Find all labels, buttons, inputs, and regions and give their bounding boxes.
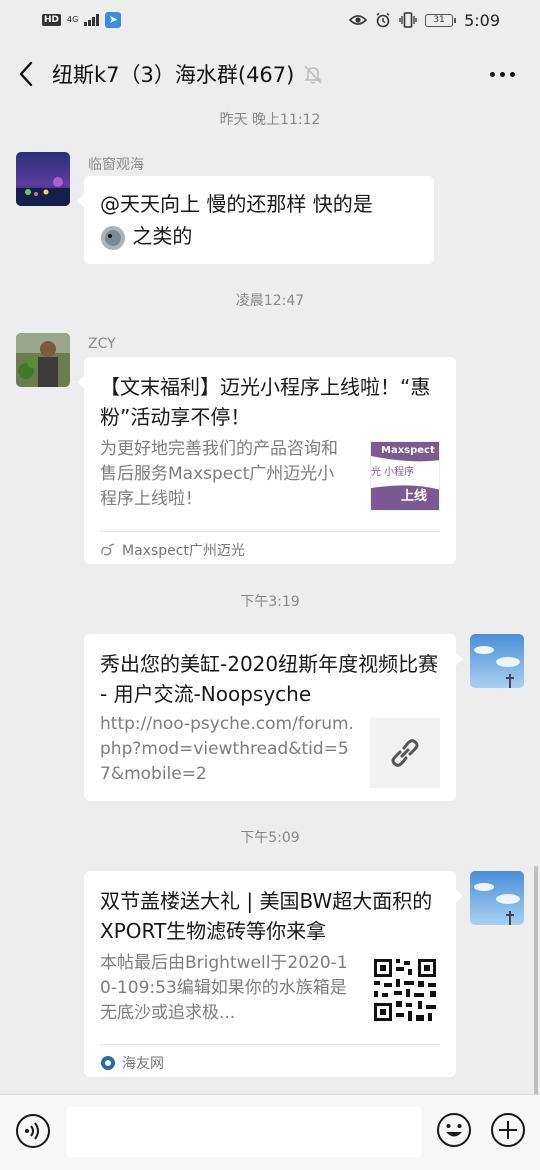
card-title: 秀出您的美缸-2020纽斯年度视频比赛 - 用户交流-Noopsyche [100,652,439,706]
back-button[interactable] [8,56,44,92]
message-text-line: 之类的 [132,224,193,248]
chat-header: 纽斯k7（3）海水群(467) [0,46,540,102]
status-right: 31 5:09 [349,11,500,30]
share-card[interactable]: 双节盖楼送大礼 | 美国BW超大面积的XPORT生物滤砖等你来拿 本帖最后由Br… [84,871,463,1077]
timestamp: 凌晨12:47 [235,293,305,309]
card-title: 【文末福利】迈光小程序上线啦！“惠粉”活动享不停！ [100,375,431,429]
vibrate-icon [399,12,417,28]
card-description: 本帖最后由Brightwell于2020-10-109:53编辑如果你的水族箱是… [100,953,348,1023]
card-source: Maxspect广州迈光 [100,531,440,560]
bird-emoji-icon [100,225,125,250]
battery-icon: 31 [425,13,457,27]
message-input[interactable] [66,1107,422,1157]
source-name: Maxspect广州迈光 [122,543,245,559]
chevron-left-icon [19,61,33,87]
source-name: 海友网 [122,1056,164,1072]
my-avatar[interactable] [470,871,524,925]
more-button[interactable] [486,59,518,89]
clock: 5:09 [464,10,500,30]
card-title: 双节盖楼送大礼 | 美国BW超大面积的XPORT生物滤砖等你来拿 [100,889,433,943]
input-bar [0,1094,540,1170]
card-description: 为更好地完善我们的产品咨询和售后服务Maxspect广州迈光小程序上线啦！ [100,439,338,509]
link-icon [391,739,419,767]
hd-badge: HD [42,14,62,26]
link-card[interactable]: 秀出您的美缸-2020纽斯年度视频比赛 - 用户交流-Noopsyche htt… [84,634,463,801]
thumb-text: 上线 [401,488,427,504]
battery-level: 31 [425,13,454,27]
voice-button[interactable] [15,1113,51,1149]
emoji-button[interactable] [436,1112,472,1148]
miniprogram-icon [101,543,115,556]
card-thumbnail [370,718,440,788]
thumb-text: 光 小程序 [371,465,414,478]
my-avatar[interactable] [470,634,524,688]
avatar[interactable] [16,152,70,206]
scrollbar[interactable] [534,866,538,1096]
text-message[interactable]: @天天向上 慢的还那样 快的是 之类的 [77,176,434,264]
card-thumbnail: Maxspect 光 小程序 上线 [370,441,440,511]
sender-name: 临窗观海 [88,157,144,173]
status-left: HD 4G ➤ [42,12,122,28]
mute-indicator [304,64,323,84]
qr-code-icon [370,955,440,1025]
smiley-icon [437,1113,471,1147]
signal-icon [84,14,100,26]
card-source: 海友网 [100,1044,440,1073]
message-text-line: @天天向上 慢的还那样 快的是 [100,192,373,216]
share-card[interactable]: 【文末福利】迈光小程序上线啦！“惠粉”活动享不停！ 为更好地完善我们的产品咨询和… [77,357,456,564]
timestamp: 下午5:09 [240,830,300,846]
card-thumbnail [370,955,440,1025]
plus-icon [491,1113,525,1147]
voice-icon [16,1114,50,1148]
eye-icon [349,15,368,25]
timestamp: 昨天 晚上11:12 [219,112,321,128]
sender-name: ZCY [88,336,116,352]
avatar[interactable] [16,333,70,387]
timestamp: 下午3:19 [240,594,300,610]
miniprogram-poster-icon: Maxspect 光 小程序 上线 [371,442,439,510]
site-logo-icon [101,1056,115,1070]
more-actions-button[interactable] [490,1112,526,1148]
chat-title: 纽斯k7（3）海水群(467) [52,63,295,87]
thumb-text: Maxspect [381,445,435,456]
status-bar: HD 4G ➤ 31 5:09 [0,0,540,40]
app-notification-icon: ➤ [105,12,122,28]
alarm-icon [376,12,390,28]
network-type: 4G [67,15,79,24]
card-description: http://noo-psyche.com/forum.php?mod=view… [100,714,354,784]
bell-off-icon [304,65,323,84]
more-dots-icon [489,71,495,77]
